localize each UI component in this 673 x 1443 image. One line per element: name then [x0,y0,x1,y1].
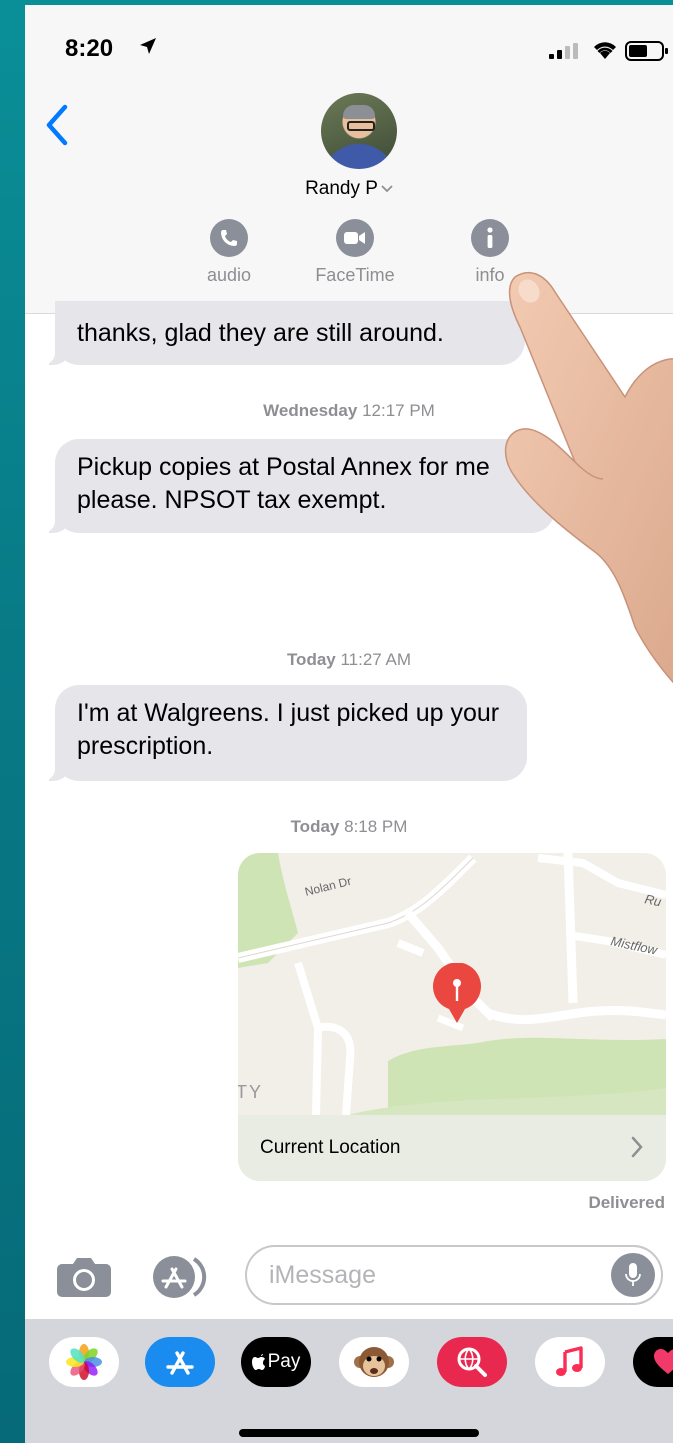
contact-avatar[interactable] [321,93,397,169]
audio-label: audio [206,265,252,285]
apple-pay-label: Pay [267,1351,301,1372]
message-timestamp: Today 8:18 PM [25,817,673,837]
wifi-icon [594,42,616,59]
battery-icon [625,41,668,61]
contact-actions: audio FaceTime info [25,219,673,299]
apple-pay-icon [251,1353,265,1370]
apple-pay-app[interactable]: Pay [241,1337,311,1387]
location-map-card[interactable]: Nolan Dr Mistflow Ru TY Current Location [238,853,666,1181]
music-app[interactable] [535,1337,605,1387]
animoji-app[interactable] [339,1337,409,1387]
message-text: thanks, glad they are still around. [77,319,444,347]
map-card-footer: Current Location [238,1115,666,1181]
conversation-header: Randy P audio FaceTime info [25,85,673,314]
info-button[interactable]: info [445,219,535,286]
home-indicator[interactable] [239,1429,479,1437]
imessage-app-drawer: Pay [25,1319,673,1443]
contact-name: Randy P [305,178,378,199]
photos-app[interactable] [49,1337,119,1387]
globe-search-icon [457,1347,487,1377]
chevron-right-icon [631,1136,643,1158]
message-timestamp: Wednesday 12:17 PM [25,401,673,421]
timestamp-day: Today [290,817,340,836]
audio-call-button[interactable]: audio [184,219,274,286]
microphone-button[interactable] [611,1253,655,1297]
heart-icon [654,1349,673,1374]
phone-screen: 8:20 Randy P audio FaceTime info thanks,… [25,5,673,1443]
timestamp-day: Wednesday [263,401,358,420]
web-search-app[interactable] [437,1337,507,1387]
music-note-icon [556,1346,583,1376]
app-store-toggle-icon[interactable] [150,1255,214,1299]
digital-touch-app[interactable] [633,1337,673,1387]
info-icon [471,219,509,257]
app-store-icon [166,1351,194,1375]
map-pin-icon [433,963,481,1023]
contact-name-row[interactable]: Randy P [25,178,673,200]
chevron-down-icon [381,185,393,193]
app-store-app[interactable] [145,1337,215,1387]
message-bubble[interactable]: Pickup copies at Postal Annex for me ple… [43,439,555,533]
avatar-glasses [347,121,375,131]
camera-icon[interactable] [55,1255,113,1299]
message-text: Pickup copies at Postal Annex for me ple… [77,453,490,514]
microphone-icon [625,1263,641,1286]
info-label: info [475,265,505,285]
photos-icon [66,1344,102,1380]
status-bar: 8:20 [25,5,673,85]
avatar-cap [343,105,375,119]
map-area-label: TY [238,1082,263,1102]
timestamp-time: 8:18 PM [344,817,408,836]
location-arrow-icon [140,38,156,54]
message-text: I'm at Walgreens. I just picked up your … [77,699,500,760]
timestamp-day: Today [286,650,336,669]
phone-icon [210,219,248,257]
message-bubble[interactable]: thanks, glad they are still around. [43,301,525,365]
status-time: 8:20 [65,35,114,62]
timestamp-time: 11:27 AM [340,650,412,669]
message-timestamp: Today 11:27 AM [25,650,673,670]
delivered-status: Delivered [588,1193,665,1212]
video-icon [336,219,374,257]
current-location-label: Current Location [260,1137,401,1158]
back-chevron-icon[interactable] [43,103,71,147]
message-input-bar [25,1241,673,1311]
facetime-label: FaceTime [315,265,395,285]
monkey-icon [354,1347,394,1377]
timestamp-time: 12:17 PM [362,401,435,420]
message-bubble[interactable]: I'm at Walgreens. I just picked up your … [43,685,527,781]
imessage-input[interactable] [245,1245,663,1305]
facetime-button[interactable]: FaceTime [310,219,400,286]
cellular-signal-icon [549,43,578,59]
